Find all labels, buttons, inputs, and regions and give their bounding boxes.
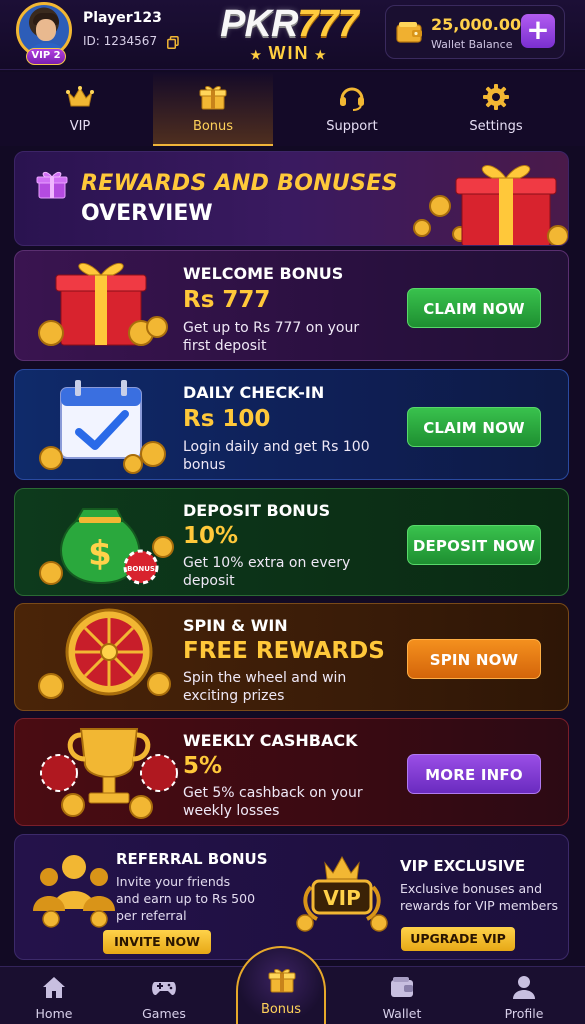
wallet-icon <box>391 977 413 997</box>
card-title: WEEKLY CASHBACK <box>183 731 358 750</box>
wallet-balance-box[interactable]: 25,000.00 Wallet Balance + <box>385 5 565 59</box>
brand-logo: PKR777 ★ WIN ★ <box>200 4 378 64</box>
nav-home-label: Home <box>35 1006 73 1021</box>
claim-welcome-bonus-button[interactable]: CLAIM NOW <box>407 288 541 328</box>
vip-emblem-icon: VIP <box>296 855 388 932</box>
deposit-now-button[interactable]: DEPOSIT NOW <box>407 525 541 565</box>
tab-bonus[interactable]: Bonus <box>153 72 273 146</box>
calendar-check-icon <box>39 380 166 474</box>
rewards-banner: REWARDS AND BONUSES OVERVIEW <box>14 151 569 246</box>
card-amount: Rs 100 <box>183 406 271 432</box>
upgrade-vip-button[interactable]: UPGRADE VIP <box>401 927 515 951</box>
card-amount: 5% <box>183 753 223 779</box>
deposit-bonus-card: $ BONUS DEPOSIT BONUS 10% Get 10% extra … <box>14 488 569 596</box>
welcome-bonus-card: WELCOME BONUS Rs 777 Get up to Rs 777 on… <box>14 250 569 361</box>
gamepad-icon <box>152 982 176 996</box>
star-icon: ★ <box>309 48 328 62</box>
top-nav: VIP Bonus Support Settings <box>0 72 585 146</box>
app-header: VIP 2 Player123 ID: 1234567 PKR777 ★ WIN… <box>0 0 585 70</box>
referral-description: Invite your friends and earn up to Rs 50… <box>116 874 256 923</box>
vip-exclusive-description: Exclusive bonuses and rewards for VIP me… <box>400 881 559 913</box>
vip-exclusive-title: VIP EXCLUSIVE <box>400 857 526 875</box>
gift-box-illustration <box>38 262 168 346</box>
tab-vip-label: VIP <box>69 119 91 134</box>
nav-home[interactable]: Home <box>14 967 94 1024</box>
wallet-amount: 25,000.00 <box>431 15 522 34</box>
headset-icon <box>340 87 364 111</box>
weekly-cashback-card: WEEKLY CASHBACK 5% Get 5% cashback on yo… <box>14 718 569 826</box>
tab-settings-label: Settings <box>469 119 523 134</box>
gift-box-illustration <box>413 165 568 245</box>
claim-daily-checkin-button[interactable]: CLAIM NOW <box>407 407 541 447</box>
wallet-label: Wallet Balance <box>431 38 513 51</box>
referral-title: REFERRAL BONUS <box>116 850 268 868</box>
daily-checkin-card: DAILY CHECK-IN Rs 100 Login daily and ge… <box>14 369 569 480</box>
crown-icon <box>66 86 94 107</box>
referral-vip-card: REFERRAL BONUS Invite your friends and e… <box>14 834 569 960</box>
user-icon <box>513 976 535 999</box>
prize-wheel-icon <box>38 608 171 699</box>
nav-profile-label: Profile <box>504 1006 544 1021</box>
trophy-icon <box>40 728 178 819</box>
svg-text:$: $ <box>88 534 112 574</box>
avatar[interactable]: VIP 2 <box>16 2 74 65</box>
copy-icon[interactable] <box>167 36 179 49</box>
card-amount: Rs 777 <box>183 287 271 313</box>
card-title: WELCOME BONUS <box>183 264 344 283</box>
people-group-icon <box>33 855 115 928</box>
invite-now-button[interactable]: INVITE NOW <box>103 930 211 954</box>
card-amount: FREE REWARDS <box>183 638 385 664</box>
spin-win-card: SPIN & WIN FREE REWARDS Spin the wheel a… <box>14 603 569 711</box>
logo-prefix: PKR <box>220 3 298 45</box>
spin-now-button[interactable]: SPIN NOW <box>407 639 541 679</box>
card-description: Get 10% extra on every deposit <box>183 555 351 589</box>
card-description: Spin the wheel and win exciting prizes <box>183 670 347 704</box>
money-bag-icon: $ BONUS <box>39 508 174 585</box>
card-amount: 10% <box>183 523 239 549</box>
tab-bonus-label: Bonus <box>192 119 234 134</box>
tab-vip[interactable]: VIP <box>20 72 140 146</box>
card-description: Get 5% cashback on your weekly losses <box>183 785 363 819</box>
card-title: DEPOSIT BONUS <box>183 501 331 520</box>
chip-label: BONUS <box>127 565 155 573</box>
gift-icon <box>36 171 68 199</box>
nav-bonus-label: Bonus <box>260 1002 302 1017</box>
add-funds-button[interactable]: + <box>521 14 555 48</box>
card-title: SPIN & WIN <box>183 616 288 635</box>
tab-support-label: Support <box>326 119 378 134</box>
home-icon <box>43 977 65 998</box>
nav-profile[interactable]: Profile <box>484 967 564 1024</box>
vip-level-badge: VIP 2 <box>26 48 66 65</box>
nav-wallet[interactable]: Wallet <box>362 967 442 1024</box>
gift-icon <box>268 969 296 993</box>
player-id: ID: 1234567 <box>83 34 158 48</box>
star-icon: ★ <box>250 48 269 62</box>
card-description: Login daily and get Rs 100 bonus <box>183 439 370 473</box>
logo-number: 777 <box>297 3 358 45</box>
logo-sub-text: WIN <box>268 43 310 63</box>
player-name: Player123 <box>83 10 162 26</box>
card-title: DAILY CHECK-IN <box>183 383 325 402</box>
card-description: Get up to Rs 777 on your first deposit <box>183 320 360 354</box>
nav-wallet-label: Wallet <box>382 1006 422 1021</box>
banner-subtitle: OVERVIEW <box>81 201 213 226</box>
gift-icon <box>199 86 227 110</box>
tab-support[interactable]: Support <box>292 72 412 146</box>
gear-icon <box>483 84 509 110</box>
tab-settings[interactable]: Settings <box>436 72 556 146</box>
banner-title: REWARDS AND BONUSES <box>81 171 398 196</box>
wallet-icon <box>396 22 422 43</box>
more-info-button[interactable]: MORE INFO <box>407 754 541 794</box>
nav-games[interactable]: Games <box>124 967 204 1024</box>
vip-emblem-text: VIP <box>323 886 361 910</box>
nav-games-label: Games <box>142 1006 186 1021</box>
